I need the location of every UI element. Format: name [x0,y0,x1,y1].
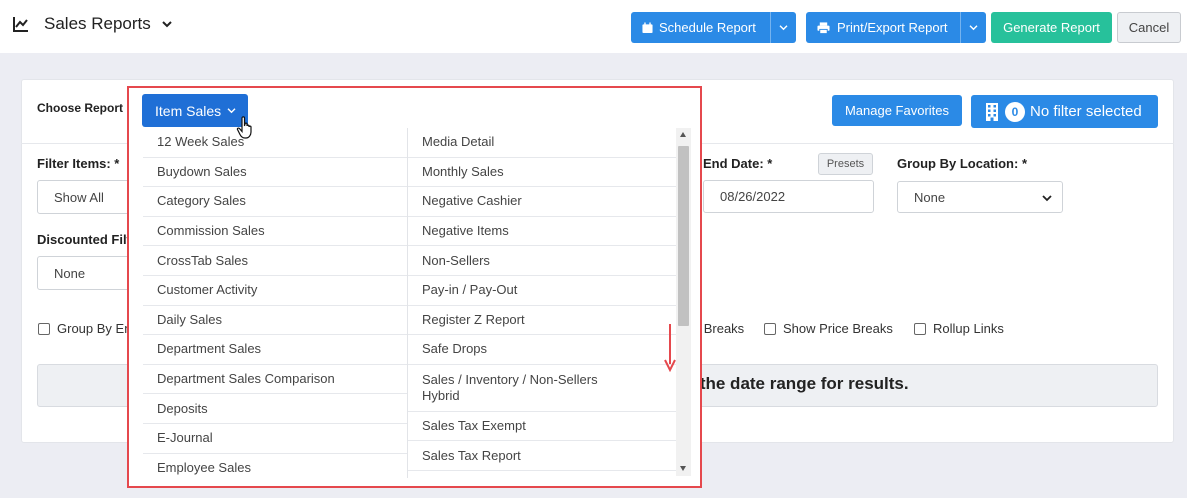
report-option[interactable]: Category Sales [143,187,407,217]
print-export-dropdown-toggle[interactable] [960,12,986,43]
chevron-down-icon [1042,195,1052,202]
chevron-down-icon [969,25,978,31]
group-by-location-label: Group By Location: * [897,156,1027,171]
report-option[interactable]: 12 Week Sales [143,128,407,158]
generate-report-button[interactable]: Generate Report [991,12,1112,43]
schedule-report-button[interactable]: Schedule Report [631,12,796,43]
report-option[interactable]: Commission Sales [143,217,407,247]
report-option[interactable]: Register Z Report [408,306,676,336]
report-option[interactable]: Negative Items [408,217,676,247]
schedule-dropdown-toggle[interactable] [770,12,796,43]
report-list-column-2: Media Detail Monthly Sales Negative Cash… [408,128,676,478]
report-option[interactable]: Deposits [143,394,407,424]
discounted-filter-select[interactable]: None [37,256,137,290]
report-option[interactable]: Media Detail [408,128,676,158]
filter-button[interactable]: 0 No filter selected [971,95,1158,128]
checkbox-box[interactable] [764,322,776,335]
report-option[interactable]: Negative Cashier [408,187,676,217]
dropdown-scrollbar[interactable] [676,128,691,476]
rollup-links-label: Rollup Links [933,321,1004,336]
print-export-button[interactable]: Print/Export Report [806,12,986,43]
report-select-button[interactable]: Item Sales [142,94,248,127]
report-option[interactable]: CrossTab Sales [143,246,407,276]
page-title: Sales Reports [44,14,151,33]
filter-count-badge: 0 [1005,101,1025,122]
scroll-up-arrow-icon[interactable] [680,132,686,137]
generate-report-label: Generate Report [1003,20,1100,35]
checkbox-box[interactable] [914,322,926,335]
chevron-down-icon [227,108,236,114]
cancel-label: Cancel [1128,20,1170,35]
scrollbar-thumb[interactable] [678,146,689,326]
end-date-value: 08/26/2022 [720,189,786,204]
scroll-hint-arrow-icon [664,324,676,372]
report-option[interactable]: Sales Tax Report [408,441,676,471]
report-option[interactable]: Department Sales Comparison [143,365,407,395]
chevron-down-icon [162,21,172,28]
report-option[interactable]: Buydown Sales [143,158,407,188]
schedule-report-label: Schedule Report [659,20,756,35]
printer-icon [817,21,830,34]
show-price-breaks-label: Show Price Breaks [783,321,893,336]
show-price-breaks-checkbox[interactable]: Show Price Breaks [764,321,893,336]
report-option[interactable]: E-Journal [143,424,407,454]
page-title-menu[interactable]: Sales Reports [12,14,173,34]
report-option[interactable]: Daily Sales [143,306,407,336]
cancel-button[interactable]: Cancel [1117,12,1181,43]
end-date-input[interactable]: 08/26/2022 [703,180,874,213]
discounted-filter-label: Discounted Filte [37,232,139,247]
report-option[interactable]: Customer Activity [143,276,407,306]
group-by-employee-checkbox[interactable]: Group By Emp [38,321,142,336]
checkbox-box[interactable] [38,322,50,335]
filter-items-select[interactable]: Show All [37,180,137,214]
print-export-label: Print/Export Report [837,20,948,35]
presets-label: Presets [826,158,865,170]
group-by-location-value: None [914,189,946,205]
scroll-down-arrow-icon[interactable] [680,466,686,471]
rollup-links-checkbox[interactable]: Rollup Links [914,321,1004,336]
filter-items-value: Show All [54,189,104,205]
building-icon [986,102,998,121]
line-chart-icon [13,17,28,32]
discounted-filter-value: None [54,265,86,281]
report-option[interactable]: Sales Tax Exempt [408,412,676,442]
filter-status-text: No filter selected [1030,103,1142,120]
report-option[interactable]: Department Sales [143,335,407,365]
report-option[interactable]: Employee Sales [143,454,407,478]
calendar-icon [642,22,653,33]
presets-button[interactable]: Presets [818,153,873,175]
end-date-label: End Date: * [703,156,773,171]
manage-favorites-button[interactable]: Manage Favorites [832,95,962,126]
manage-favorites-label: Manage Favorites [844,103,950,118]
chevron-down-icon [779,25,788,31]
selected-report-label: Item Sales [155,102,222,119]
report-option[interactable]: Non-Sellers [408,246,676,276]
filter-items-label: Filter Items: * [37,156,120,171]
report-option[interactable]: Monthly Sales [408,158,676,188]
report-option[interactable]: Pay-in / Pay-Out [408,276,676,306]
group-by-location-select[interactable]: None [897,181,1063,213]
choose-report-label: Choose Report [37,101,124,115]
hand-pointer-icon [236,116,252,139]
top-bar: Sales Reports Schedule Report Print/Expo… [0,0,1187,53]
report-option[interactable]: Sales / Inventory / Non-Sellers Hybrid [408,365,676,412]
message-text: st the date range for results. [680,374,909,393]
report-list-column-1: 12 Week Sales Buydown Sales Category Sal… [143,128,408,478]
report-option[interactable]: Safe Drops [408,335,676,365]
